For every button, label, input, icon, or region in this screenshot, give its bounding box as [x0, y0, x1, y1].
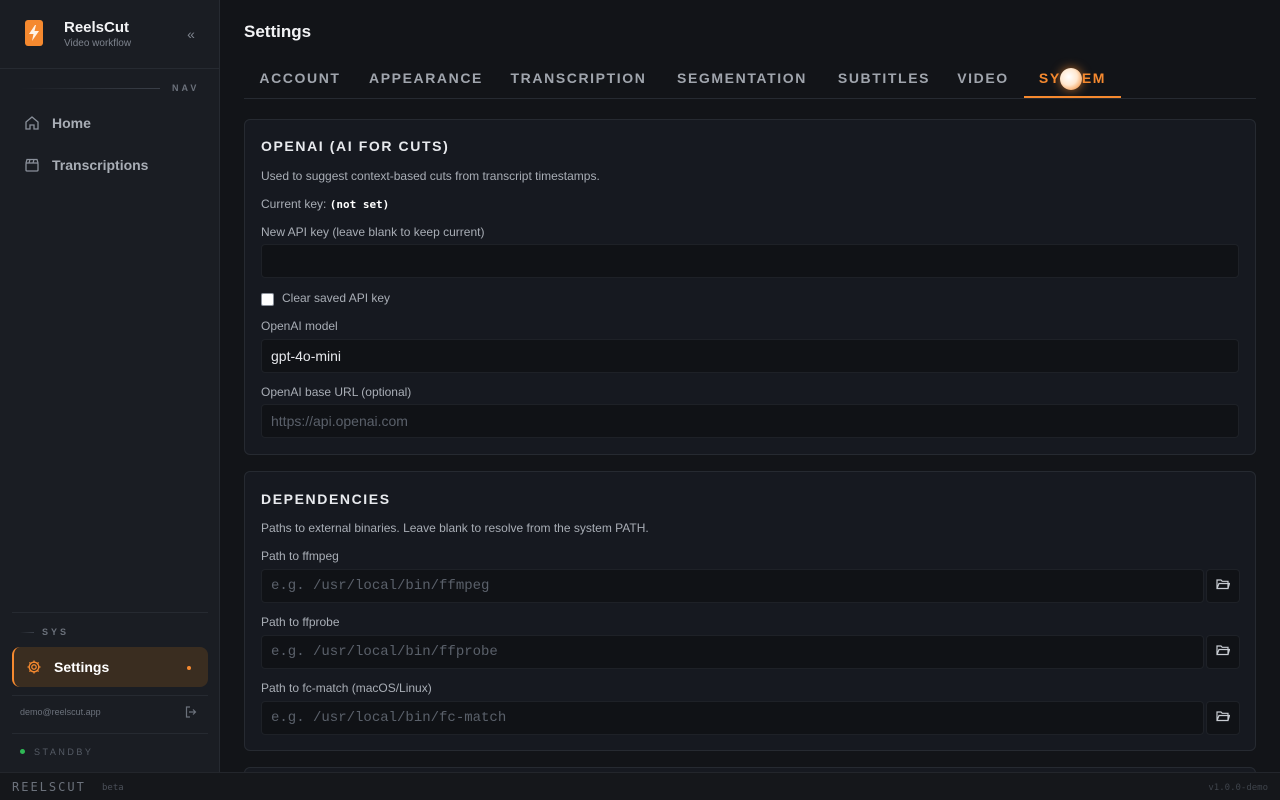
sys-section-label: SYS [42, 627, 70, 637]
footer-beta-tag: beta [102, 783, 124, 793]
clear-api-key-label: Clear saved API key [282, 291, 391, 305]
current-key-label: Current key: [261, 197, 327, 211]
openai-description: Used to suggest context-based cuts from … [261, 169, 600, 183]
collapse-sidebar-icon[interactable]: « [183, 26, 199, 42]
sidebar-item-label: Transcriptions [52, 157, 149, 173]
ffmpeg-path-input[interactable] [261, 569, 1204, 603]
current-key-row: Current key: (not set) [261, 197, 389, 211]
user-email: demo@reelscut.app [20, 707, 101, 717]
tab-video[interactable]: VIDEO [945, 58, 1021, 98]
nav-section-label: NAV [172, 83, 200, 93]
api-key-label: New API key (leave blank to keep current… [261, 225, 485, 239]
tab-segmentation[interactable]: SEGMENTATION [661, 58, 823, 98]
nav-section-divider [20, 88, 160, 89]
sidebar-divider [12, 733, 208, 734]
active-indicator-dot [187, 666, 191, 670]
model-label: OpenAI model [261, 319, 338, 333]
sidebar-divider [12, 695, 208, 696]
ffprobe-path-label: Path to ffprobe [261, 615, 340, 629]
clear-api-key-checkbox[interactable] [261, 293, 274, 306]
openai-card: OPENAI (AI FOR CUTS) Used to suggest con… [244, 119, 1256, 455]
clapperboard-icon [24, 157, 40, 173]
dependencies-description: Paths to external binaries. Leave blank … [261, 521, 649, 535]
page-title: Settings [244, 22, 312, 41]
ffmpeg-path-label: Path to ffmpeg [261, 549, 339, 563]
brand-header: ReelsCut Video workflow « [0, 0, 219, 69]
sidebar-item-settings[interactable]: Settings [12, 647, 208, 687]
gear-icon [26, 659, 42, 675]
ffmpeg-browse-button[interactable] [1206, 569, 1240, 603]
sidebar-divider [12, 612, 208, 613]
openai-section-title: OPENAI (AI FOR CUTS) [261, 138, 450, 154]
base-url-input[interactable] [261, 404, 1239, 438]
sidebar: ReelsCut Video workflow « NAV Home Trans… [0, 0, 220, 772]
lightning-logo-icon [25, 20, 43, 46]
main-content: Settings ACCOUNT APPEARANCE TRANSCRIPTIO… [220, 0, 1280, 787]
sidebar-item-label: Settings [54, 659, 110, 675]
model-input[interactable] [261, 339, 1239, 373]
fc-match-path-input[interactable] [261, 701, 1204, 735]
ffprobe-path-input[interactable] [261, 635, 1204, 669]
dependencies-section-title: DEPENDENCIES [261, 491, 391, 507]
sidebar-item-home[interactable]: Home [12, 103, 208, 143]
tab-subtitles[interactable]: SUBTITLES [823, 58, 945, 98]
sidebar-item-transcriptions[interactable]: Transcriptions [12, 145, 208, 185]
logout-icon[interactable] [184, 705, 198, 719]
folder-open-icon [1216, 577, 1231, 595]
status-indicator-dot [20, 749, 25, 754]
folder-open-icon [1216, 709, 1231, 727]
footer-version: v1.0.0-demo [1208, 783, 1268, 793]
tab-appearance[interactable]: APPEARANCE [356, 58, 496, 98]
current-key-value: (not set) [329, 198, 390, 211]
footer-brand: REELSCUT [12, 780, 86, 794]
app-subtitle: Video workflow [64, 38, 132, 49]
dependencies-card: DEPENDENCIES Paths to external binaries.… [244, 471, 1256, 751]
fc-match-browse-button[interactable] [1206, 701, 1240, 735]
folder-open-icon [1216, 643, 1231, 661]
sys-section-divider [20, 632, 34, 633]
tab-transcription[interactable]: TRANSCRIPTION [496, 58, 661, 98]
app-name: ReelsCut [64, 19, 130, 36]
ffprobe-browse-button[interactable] [1206, 635, 1240, 669]
fc-match-path-label: Path to fc-match (macOS/Linux) [261, 681, 432, 695]
status-bar: REELSCUT beta v1.0.0-demo [0, 772, 1280, 800]
base-url-label: OpenAI base URL (optional) [261, 385, 412, 399]
tab-account[interactable]: ACCOUNT [244, 58, 356, 98]
settings-tabs: ACCOUNT APPEARANCE TRANSCRIPTION SEGMENT… [244, 58, 1256, 99]
mouse-cursor-indicator [1060, 68, 1082, 90]
status-text: STANDBY [34, 747, 94, 757]
api-key-input[interactable] [261, 244, 1239, 278]
home-icon [24, 115, 40, 131]
sidebar-item-label: Home [52, 115, 91, 131]
